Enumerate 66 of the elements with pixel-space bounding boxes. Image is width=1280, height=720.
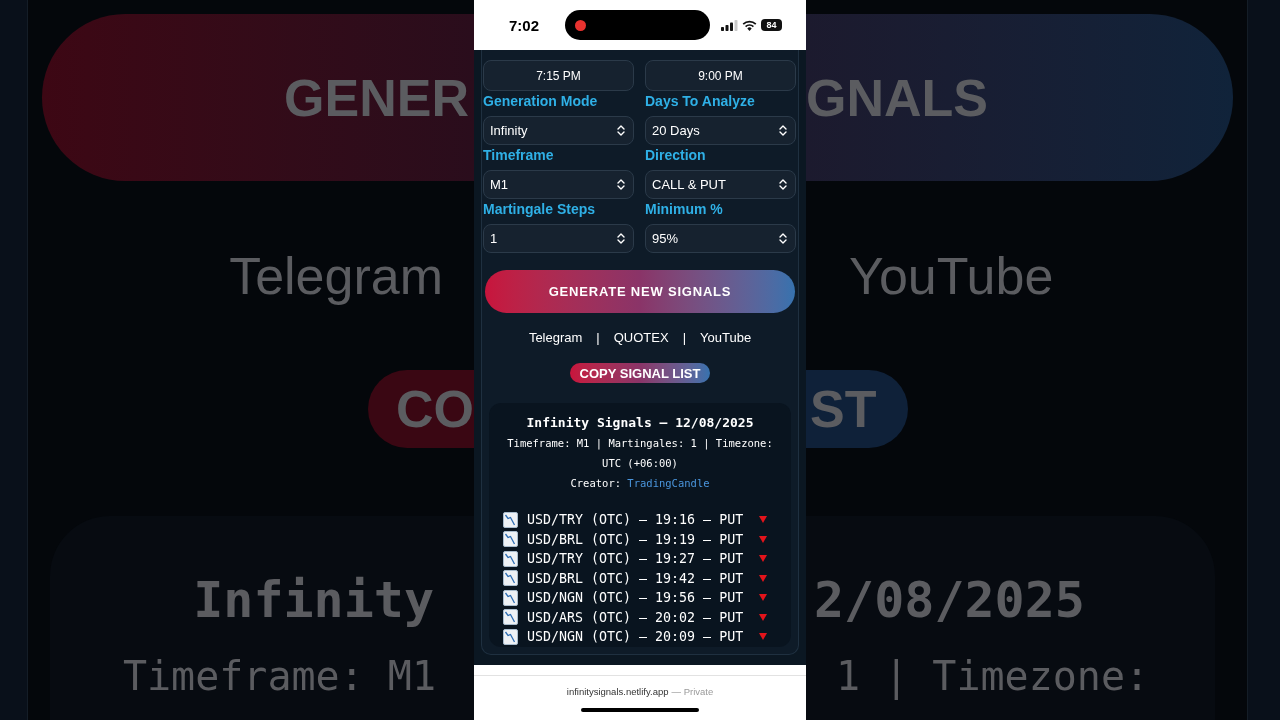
chevron-updown-icon <box>779 125 787 136</box>
signal-text: USD/TRY (OTC) – 19:16 – PUT <box>527 511 744 529</box>
battery-indicator: 84 <box>761 19 782 31</box>
generate-button[interactable]: GENERATE NEW SIGNALS <box>485 270 795 313</box>
time-input[interactable]: 7:15 PM <box>483 60 634 91</box>
field-label: Martingale Steps <box>483 201 597 217</box>
select-dropdown[interactable]: 95% <box>645 224 796 253</box>
select-dropdown[interactable]: M1 <box>483 170 634 199</box>
chart-down-icon <box>503 628 518 645</box>
signal-text: USD/BRL (OTC) – 19:19 – PUT <box>527 530 744 549</box>
social-link[interactable]: Telegram <box>528 329 583 347</box>
url-text[interactable]: infinitysignals.netlify.app <box>566 685 669 699</box>
field-label: Days To Analyze <box>645 93 756 109</box>
chart-down-icon <box>503 589 518 606</box>
field-label: Timeframe <box>483 147 555 163</box>
blurred-card-title: Infinity <box>193 575 434 625</box>
link-separator: | <box>682 329 687 347</box>
down-triangle-icon <box>759 574 768 582</box>
privacy-label: — Private <box>671 685 714 699</box>
time-input[interactable]: 9:00 PM <box>645 60 796 91</box>
blurred-banner-text: ST <box>810 383 877 435</box>
blurred-card-meta: Timeframe: M1 <box>122 656 436 696</box>
chevron-updown-icon <box>617 233 625 244</box>
chevron-updown-icon <box>617 179 625 190</box>
blurred-link-text: YouTube <box>849 250 1054 302</box>
down-triangle-icon <box>759 594 768 602</box>
chart-down-icon <box>503 570 518 587</box>
select-dropdown[interactable]: 20 Days <box>645 116 796 145</box>
clock-text: 7:02 <box>509 17 540 33</box>
signal-text: USD/NGN (OTC) – 19:56 – PUT <box>527 589 744 607</box>
social-link[interactable]: YouTube <box>700 329 752 347</box>
cellular-signal-icon <box>721 19 738 31</box>
creator-link[interactable]: TradingCandle <box>627 477 710 489</box>
signal-text: USD/BRL (OTC) – 19:42 – PUT <box>527 569 744 588</box>
down-triangle-icon <box>759 613 768 621</box>
copy-button[interactable]: COPY SIGNAL LIST <box>569 363 711 383</box>
down-triangle-icon <box>759 555 768 563</box>
chevron-updown-icon <box>779 179 787 190</box>
blurred-banner-text: CO <box>396 383 474 435</box>
blurred-card-title: 2/08/2025 <box>814 575 1085 625</box>
creator-line: Creator: TradingCandle <box>569 476 711 491</box>
field-label: Generation Mode <box>483 93 599 109</box>
down-triangle-icon <box>759 535 768 543</box>
field-label: Minimum % <box>645 201 724 217</box>
chevron-updown-icon <box>779 233 787 244</box>
chart-down-icon <box>503 550 518 567</box>
card-title: Infinity Signals – 12/08/2025 <box>525 414 755 432</box>
blurred-banner-text: GENER <box>284 71 469 124</box>
signal-text: USD/TRY (OTC) – 19:27 – PUT <box>527 550 744 568</box>
down-triangle-icon <box>759 633 768 641</box>
signal-text: USD/NGN (OTC) – 20:09 – PUT <box>527 628 744 646</box>
select-dropdown[interactable]: Infinity <box>483 116 634 145</box>
chart-down-icon <box>503 531 518 548</box>
social-link[interactable]: QUOTEX <box>613 329 669 347</box>
field-label: Direction <box>645 147 707 163</box>
chart-down-icon <box>503 609 518 626</box>
card-meta: Timeframe: M1 | Martingales: 1 | Timezone: UTC (+06:00) <box>506 436 774 471</box>
link-separator: | <box>596 329 600 347</box>
blurred-banner-text: GNALS <box>806 71 988 124</box>
signal-text: USD/ARS (OTC) – 20:02 – PUT <box>527 608 744 627</box>
chart-down-icon <box>503 511 518 528</box>
chevron-updown-icon <box>617 125 625 136</box>
select-dropdown[interactable]: CALL & PUT <box>645 170 796 199</box>
down-triangle-icon <box>759 516 768 524</box>
select-dropdown[interactable]: 1 <box>483 224 634 253</box>
wifi-icon <box>742 19 757 31</box>
